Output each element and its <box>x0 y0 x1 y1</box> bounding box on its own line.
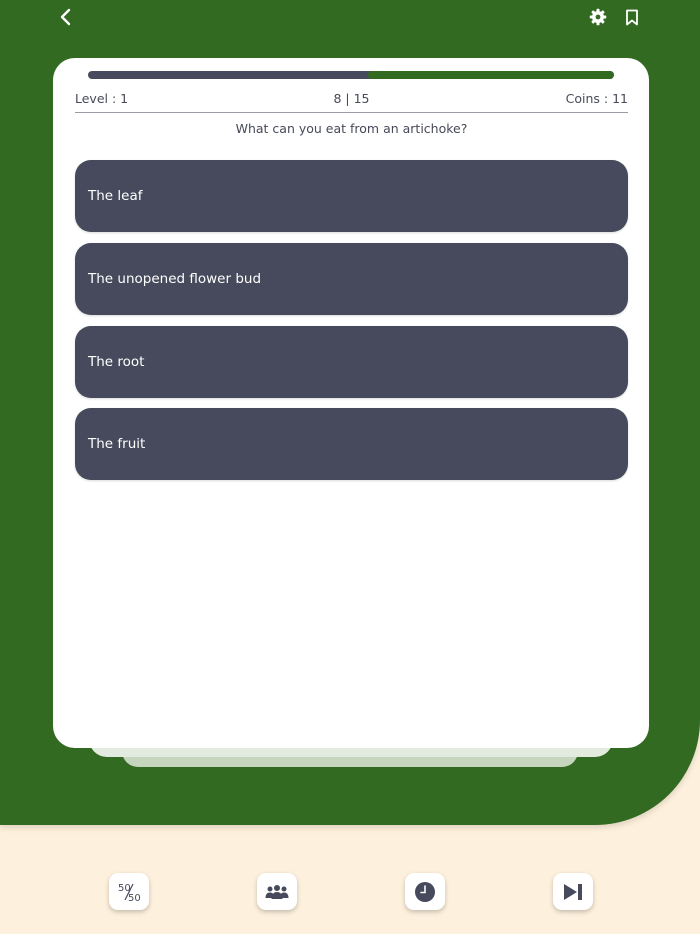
question-text: What can you eat from an artichoke? <box>235 121 468 136</box>
timer-button[interactable] <box>405 873 445 910</box>
svg-text:50: 50 <box>128 893 141 904</box>
people-icon <box>265 884 289 899</box>
divider <box>75 112 628 113</box>
answer-option-4[interactable]: The fruit <box>75 408 628 480</box>
coins-label: Coins : 11 <box>565 91 628 106</box>
answer-option-1[interactable]: The leaf <box>75 160 628 232</box>
answer-option-2[interactable]: The unopened flower bud <box>75 243 628 315</box>
bookmark-icon <box>626 9 638 25</box>
gear-icon <box>589 8 607 26</box>
bookmark-button[interactable] <box>619 4 645 30</box>
answer-label: The fruit <box>88 436 146 452</box>
clock-icon <box>415 881 435 902</box>
skip-forward-icon <box>564 883 582 900</box>
question-counter: 8 | 15 <box>333 91 370 106</box>
chevron-left-icon <box>60 8 71 26</box>
settings-button[interactable] <box>585 4 611 30</box>
fifty-fifty-button[interactable]: 50 50 <box>109 873 149 910</box>
stats-row: 8 | 15 Level : 1 Coins : 11 <box>75 90 628 112</box>
skip-button[interactable] <box>553 873 593 910</box>
answer-label: The root <box>88 354 145 370</box>
fifty-fifty-icon: 50 50 <box>118 883 141 904</box>
answer-label: The unopened flower bud <box>88 271 262 287</box>
answer-option-3[interactable]: The root <box>75 326 628 398</box>
question-card: 8 | 15 Level : 1 Coins : 11 What can you… <box>53 58 649 748</box>
level-label: Level : 1 <box>75 91 129 106</box>
back-button[interactable] <box>53 4 79 30</box>
progress-bar-fill <box>368 71 614 79</box>
progress-bar <box>88 71 614 79</box>
audience-button[interactable] <box>257 873 297 910</box>
answer-label: The leaf <box>88 188 143 204</box>
